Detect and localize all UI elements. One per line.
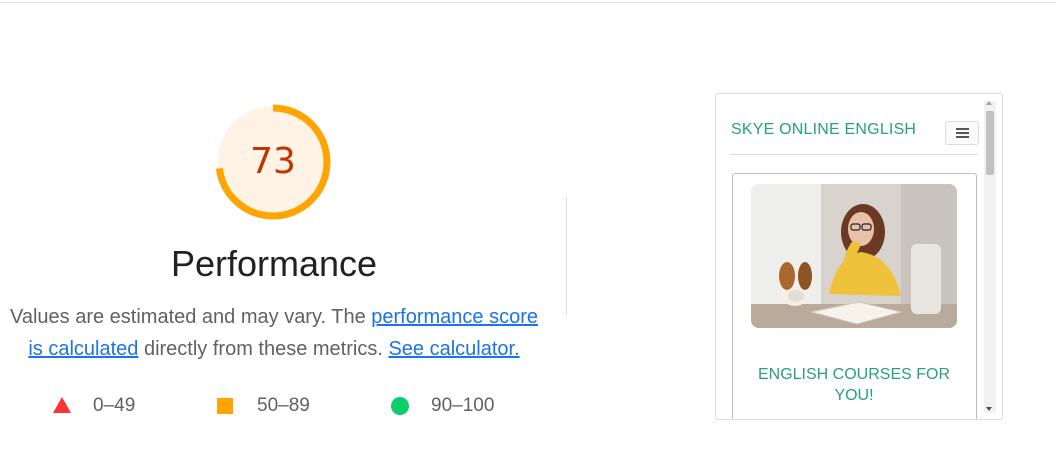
scroll-up-arrow-icon[interactable] (986, 101, 992, 105)
performance-title: Performance (170, 243, 378, 284)
legend-average-range: 50–89 (257, 395, 310, 416)
square-icon (217, 398, 233, 414)
description-middle: directly from these metrics. (138, 338, 389, 360)
legend-pass-range: 90–100 (431, 395, 495, 416)
course-card-title: ENGLISH COURSES FOR YOU! (757, 366, 951, 404)
site-brand: SKYE ONLINE ENGLISH (731, 121, 917, 138)
hamburger-menu-icon (945, 121, 979, 145)
page-screenshot-preview[interactable]: SKYE ONLINE ENGLISH ENGLISH COURSES FOR … (715, 93, 1003, 420)
preview-scrollbar[interactable] (984, 101, 996, 413)
scroll-thumb[interactable] (986, 111, 994, 175)
vertical-divider (566, 197, 567, 315)
course-card: ENGLISH COURSES FOR YOU! (732, 173, 977, 419)
performance-description: Values are estimated and may vary. The p… (8, 301, 540, 365)
description-prefix: Values are estimated and may vary. The (9, 306, 372, 328)
nav-divider (730, 154, 978, 155)
performance-score-value: 73 (250, 141, 296, 182)
scroll-down-arrow-icon[interactable] (986, 407, 992, 411)
circle-icon (391, 397, 409, 415)
triangle-icon (53, 397, 71, 413)
top-divider (0, 2, 1056, 3)
hero-photo (751, 184, 957, 328)
legend-fail-range: 0–49 (93, 395, 136, 416)
performance-score-gauge: 73 (214, 103, 332, 221)
see-calculator-link[interactable]: See calculator. (388, 338, 519, 360)
